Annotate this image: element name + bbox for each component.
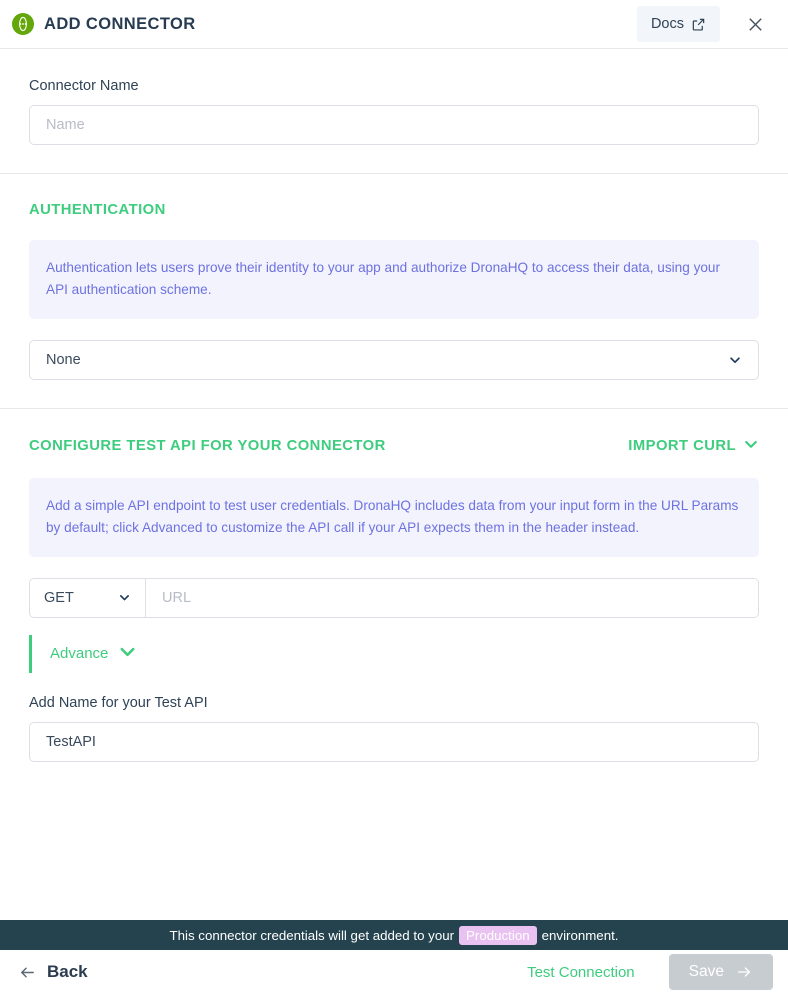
arrow-left-icon	[18, 963, 37, 982]
authentication-info-box: Authentication lets users prove their id…	[29, 240, 759, 319]
save-button-label: Save	[689, 963, 724, 981]
page-title: ADD CONNECTOR	[44, 15, 196, 34]
authentication-type-value: None	[46, 352, 81, 368]
test-api-section: CONFIGURE TEST API FOR YOUR CONNECTOR IM…	[0, 409, 788, 762]
dialog-header: ADD CONNECTOR Docs	[0, 0, 788, 49]
back-button[interactable]: Back	[18, 962, 88, 982]
import-curl-button[interactable]: IMPORT CURL	[628, 436, 759, 456]
authentication-type-select-wrap: None	[29, 340, 759, 380]
dialog-body: Connector Name AUTHENTICATION Authentica…	[0, 49, 788, 920]
dialog-footer: Back Test Connection Save	[0, 950, 788, 994]
test-api-title: CONFIGURE TEST API FOR YOUR CONNECTOR	[29, 438, 386, 454]
authentication-title: AUTHENTICATION	[29, 202, 759, 218]
authentication-section: AUTHENTICATION Authentication lets users…	[0, 174, 788, 408]
http-method-select[interactable]: GET	[30, 579, 146, 617]
chevron-down-icon	[743, 436, 759, 456]
back-button-label: Back	[47, 962, 88, 982]
test-api-request-row: GET	[29, 578, 759, 618]
close-icon[interactable]	[742, 11, 768, 37]
chevron-down-icon	[118, 642, 137, 666]
connector-name-input[interactable]	[29, 105, 759, 145]
test-api-header-row: CONFIGURE TEST API FOR YOUR CONNECTOR IM…	[29, 436, 759, 456]
test-connection-button[interactable]: Test Connection	[527, 964, 635, 981]
advance-label: Advance	[50, 645, 108, 662]
test-api-info-box: Add a simple API endpoint to test user c…	[29, 478, 759, 557]
advance-toggle[interactable]: Advance	[29, 635, 137, 673]
authentication-type-select[interactable]: None	[29, 340, 759, 380]
docs-button[interactable]: Docs	[637, 6, 720, 42]
import-curl-label: IMPORT CURL	[628, 438, 736, 454]
chevron-down-icon	[118, 591, 131, 604]
dronahq-braces-logo-icon	[12, 13, 34, 35]
http-method-value: GET	[44, 590, 74, 606]
chevron-down-icon	[728, 353, 742, 367]
test-api-name-group: Add Name for your Test API	[29, 695, 759, 762]
external-link-icon	[691, 17, 706, 32]
environment-banner-prefix: This connector credentials will get adde…	[169, 928, 454, 943]
save-button[interactable]: Save	[669, 954, 773, 990]
connector-name-label: Connector Name	[29, 78, 759, 94]
add-connector-dialog: ADD CONNECTOR Docs Connector Name	[0, 0, 788, 994]
environment-banner-suffix: environment.	[542, 928, 619, 943]
arrow-right-icon	[735, 963, 753, 981]
environment-banner: This connector credentials will get adde…	[0, 920, 788, 950]
docs-button-label: Docs	[651, 16, 684, 32]
environment-badge: Production	[459, 926, 537, 945]
test-api-name-label: Add Name for your Test API	[29, 695, 759, 711]
url-input[interactable]	[146, 579, 758, 617]
test-api-name-input[interactable]	[29, 722, 759, 762]
connector-name-section: Connector Name	[0, 49, 788, 173]
